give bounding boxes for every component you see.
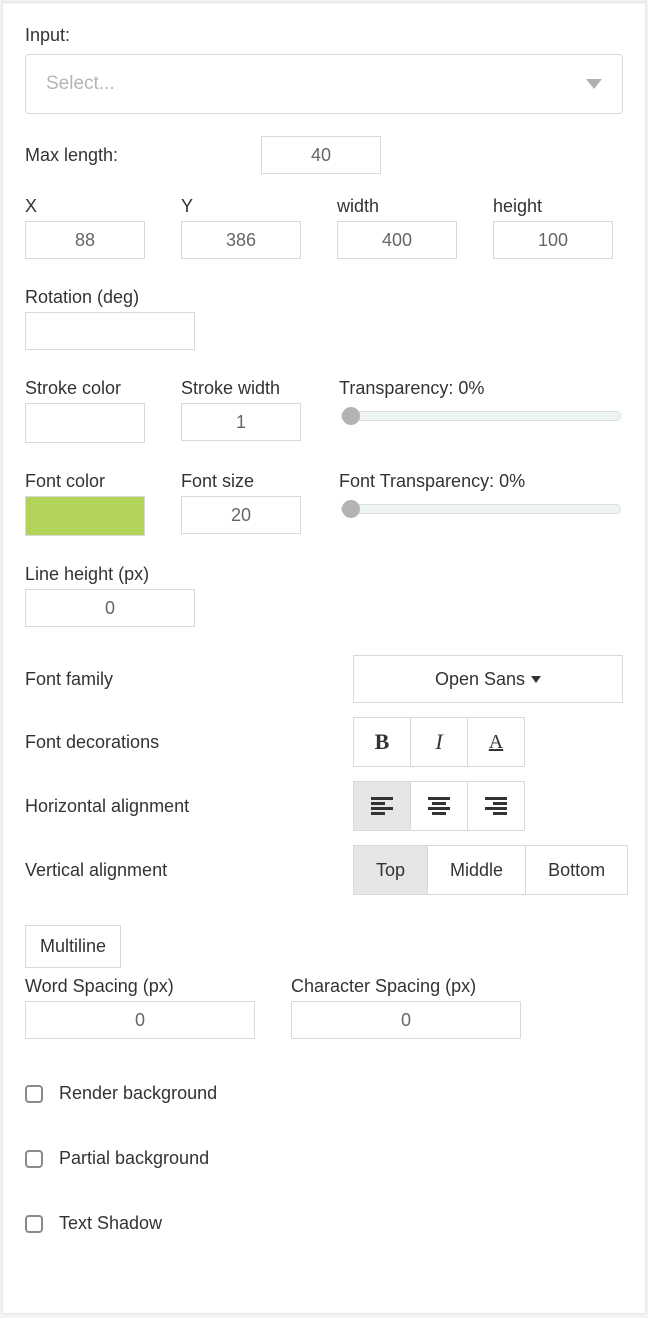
- x-input[interactable]: [25, 221, 145, 259]
- rotation-label: Rotation (deg): [25, 287, 623, 308]
- input-label: Input:: [25, 25, 623, 46]
- font-decorations-label: Font decorations: [25, 732, 159, 753]
- underline-icon: A: [489, 731, 503, 754]
- y-label: Y: [181, 196, 301, 217]
- align-right-button[interactable]: [467, 781, 525, 831]
- align-center-button[interactable]: [410, 781, 468, 831]
- align-right-icon: [485, 797, 507, 815]
- halign-label: Horizontal alignment: [25, 796, 189, 817]
- font-family-selected: Open Sans: [435, 669, 525, 690]
- transparency-slider[interactable]: [341, 411, 621, 421]
- width-label: width: [337, 196, 457, 217]
- font-color-label: Font color: [25, 471, 145, 492]
- chevron-down-icon: [586, 79, 602, 89]
- text-shadow-checkbox[interactable]: [25, 1215, 43, 1233]
- word-spacing-input[interactable]: [25, 1001, 255, 1039]
- align-center-icon: [428, 797, 450, 815]
- stroke-color-label: Stroke color: [25, 378, 145, 399]
- align-left-button[interactable]: [353, 781, 411, 831]
- input-select[interactable]: Select...: [25, 54, 623, 114]
- font-family-label: Font family: [25, 669, 113, 690]
- maxlength-input[interactable]: [261, 136, 381, 174]
- partial-bg-checkbox[interactable]: [25, 1150, 43, 1168]
- font-transparency-label: Font Transparency: 0%: [339, 471, 623, 492]
- maxlength-label: Max length:: [25, 145, 225, 166]
- line-height-input[interactable]: [25, 589, 195, 627]
- valign-middle-button[interactable]: Middle: [427, 845, 526, 895]
- y-input[interactable]: [181, 221, 301, 259]
- render-bg-checkbox[interactable]: [25, 1085, 43, 1103]
- word-spacing-label: Word Spacing (px): [25, 976, 255, 997]
- input-select-placeholder: Select...: [46, 73, 115, 95]
- text-shadow-label: Text Shadow: [59, 1213, 162, 1234]
- valign-bottom-button[interactable]: Bottom: [525, 845, 628, 895]
- align-left-icon: [371, 797, 393, 815]
- italic-button[interactable]: I: [410, 717, 468, 767]
- char-spacing-label: Character Spacing (px): [291, 976, 521, 997]
- render-bg-label: Render background: [59, 1083, 217, 1104]
- stroke-width-input[interactable]: [181, 403, 301, 441]
- properties-panel: Input: Select... Max length: X Y width h…: [2, 2, 646, 1314]
- x-label: X: [25, 196, 145, 217]
- rotation-input[interactable]: [25, 312, 195, 350]
- bold-button[interactable]: B: [353, 717, 411, 767]
- font-color-swatch[interactable]: [25, 496, 145, 536]
- valign-top-button[interactable]: Top: [353, 845, 428, 895]
- transparency-label: Transparency: 0%: [339, 378, 623, 399]
- line-height-label: Line height (px): [25, 564, 623, 585]
- font-family-select[interactable]: Open Sans: [353, 655, 623, 703]
- width-input[interactable]: [337, 221, 457, 259]
- partial-bg-label: Partial background: [59, 1148, 209, 1169]
- font-transparency-slider[interactable]: [341, 504, 621, 514]
- font-size-label: Font size: [181, 471, 301, 492]
- font-size-input[interactable]: [181, 496, 301, 534]
- char-spacing-input[interactable]: [291, 1001, 521, 1039]
- multiline-button[interactable]: Multiline: [25, 925, 121, 968]
- height-label: height: [493, 196, 613, 217]
- valign-label: Vertical alignment: [25, 860, 167, 881]
- stroke-color-swatch[interactable]: [25, 403, 145, 443]
- chevron-down-icon: [531, 676, 541, 683]
- height-input[interactable]: [493, 221, 613, 259]
- stroke-width-label: Stroke width: [181, 378, 301, 399]
- underline-button[interactable]: A: [467, 717, 525, 767]
